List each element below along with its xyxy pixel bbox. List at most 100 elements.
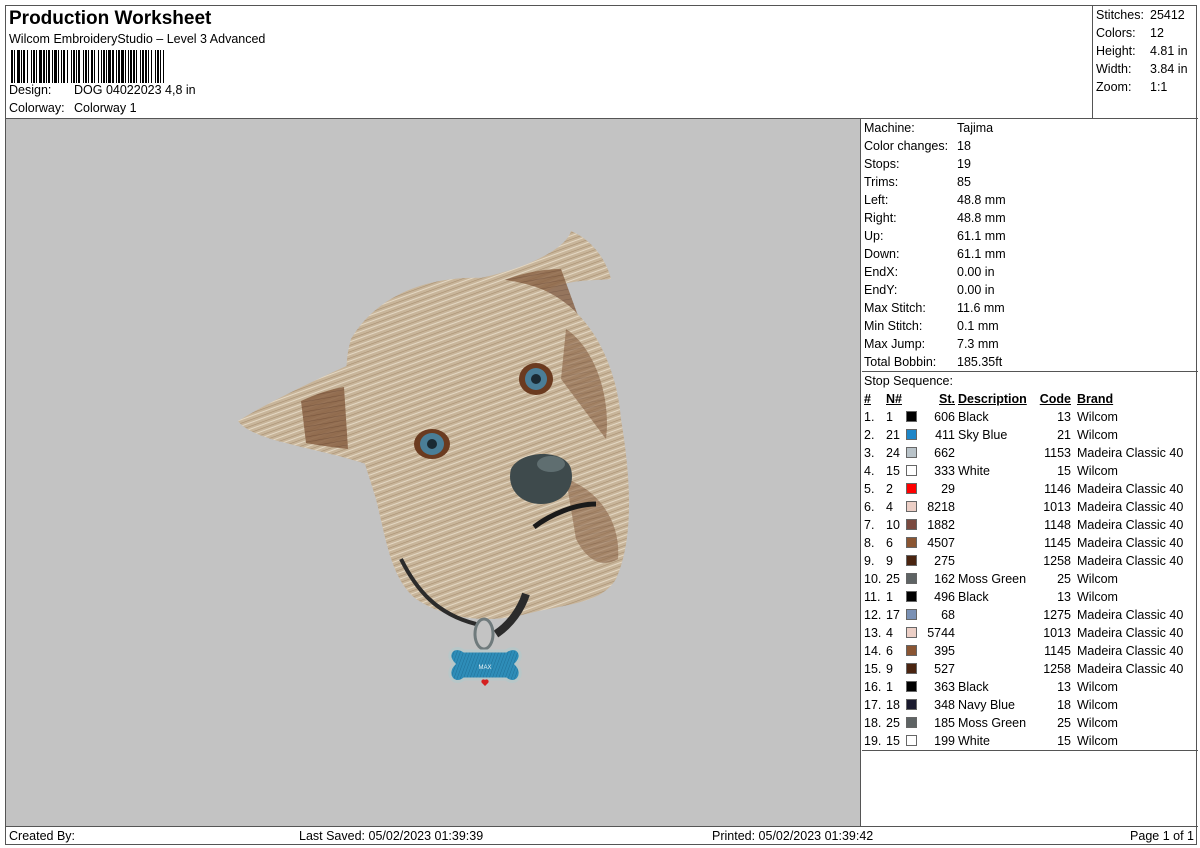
row-index: 14.	[864, 644, 882, 658]
row-needle: 24	[886, 446, 900, 460]
table-row: 9. 9 275 1258 Madeira Classic 40	[862, 552, 1198, 570]
row-brand: Madeira Classic 40	[1077, 554, 1184, 568]
row-description	[958, 516, 1039, 534]
row-brand: Madeira Classic 40	[1077, 662, 1184, 676]
row-needle: 9	[886, 662, 893, 676]
row-index: 15.	[864, 662, 882, 676]
stat-row: Stitches: 25412	[1093, 6, 1198, 24]
row-brand: Wilcom	[1077, 680, 1118, 694]
color-swatch	[906, 573, 917, 585]
row-stitches: 395	[934, 644, 955, 658]
row-needle: 25	[886, 716, 900, 730]
row-stitches: 411	[935, 428, 955, 442]
row-code: 18	[1057, 698, 1071, 712]
row-swatch	[906, 570, 924, 588]
color-swatch	[906, 591, 917, 603]
color-swatch	[906, 537, 917, 549]
row-index: 8.	[864, 536, 875, 550]
machine-row: EndX: 0.00 in	[864, 265, 995, 279]
colorway-row: Colorway: Colorway 1	[9, 101, 137, 115]
table-row: 4. 15 333 White 15 Wilcom	[862, 462, 1198, 480]
row-index: 13.	[864, 626, 882, 640]
row-needle: 9	[886, 554, 893, 568]
row-needle: 15	[886, 464, 900, 478]
row-index: 9.	[864, 554, 875, 568]
row-code: 1146	[1044, 482, 1071, 496]
stat-value: 1:1	[1150, 80, 1168, 94]
color-swatch	[906, 429, 917, 441]
row-needle: 4	[886, 500, 893, 514]
row-swatch	[906, 444, 924, 462]
row-code: 25	[1057, 716, 1071, 730]
dog-head	[346, 277, 630, 619]
row-index: 7.	[864, 518, 875, 532]
table-row: 12. 17 68 1275 Madeira Classic 40	[862, 606, 1198, 624]
table-row: 18. 25 185 Moss Green 25 Wilcom	[862, 714, 1198, 732]
row-swatch	[906, 732, 924, 750]
row-description	[958, 534, 1039, 552]
row-swatch	[906, 678, 924, 696]
row-brand: Madeira Classic 40	[1077, 500, 1184, 514]
row-stitches: 199	[934, 734, 955, 748]
row-description	[958, 498, 1039, 516]
color-swatch	[906, 465, 917, 477]
row-index: 17.	[864, 698, 882, 712]
row-description	[958, 660, 1039, 678]
design-barcode	[11, 50, 307, 83]
stat-label: Colors:	[1096, 26, 1136, 40]
row-index: 19.	[864, 734, 882, 748]
row-needle: 1	[886, 680, 893, 694]
row-needle: 21	[886, 428, 900, 442]
color-swatch	[906, 717, 917, 729]
row-index: 11.	[864, 590, 881, 604]
table-row: 1. 1 606 Black 13 Wilcom	[862, 408, 1198, 426]
design-row: Design: DOG 04022023 4,8 in	[9, 83, 196, 97]
col-header-code: Code	[1039, 392, 1071, 406]
design-stats: Stitches: 25412 Colors: 12 Height: 4.81 in …	[1092, 6, 1198, 119]
row-brand: Madeira Classic 40	[1077, 536, 1184, 550]
row-index: 18.	[864, 716, 882, 730]
machine-row: Up: 61.1 mm	[864, 229, 1006, 243]
row-stitches: 1882	[927, 518, 955, 532]
row-code: 1275	[1043, 608, 1071, 622]
row-swatch	[906, 426, 924, 444]
row-index: 6.	[864, 500, 875, 514]
row-code: 1145	[1044, 536, 1071, 550]
machine-row: Down: 61.1 mm	[864, 247, 1006, 261]
col-header-swatch	[906, 390, 924, 408]
row-swatch	[906, 660, 924, 678]
row-code: 1258	[1043, 662, 1071, 676]
table-row: 16. 1 363 Black 13 Wilcom	[862, 678, 1198, 696]
machine-row: Left: 48.8 mm	[864, 193, 1006, 207]
row-needle: 1	[886, 590, 893, 604]
row-stitches: 363	[934, 680, 955, 694]
color-swatch	[906, 609, 917, 621]
row-swatch	[906, 606, 924, 624]
row-stitches: 4507	[927, 536, 955, 550]
stop-sequence-table: # N# St. Description Code Brand 1. 1 606 Bl…	[862, 390, 1198, 750]
row-swatch	[906, 642, 924, 660]
stat-label: Stitches:	[1096, 8, 1144, 22]
page-title: Production Worksheet	[9, 8, 212, 29]
row-brand: Madeira Classic 40	[1077, 518, 1184, 532]
row-description: Black	[958, 590, 989, 604]
col-header-stitches: St.	[939, 392, 955, 406]
table-row: 13. 4 5744 1013 Madeira Classic 40	[862, 624, 1198, 642]
row-stitches: 185	[934, 716, 955, 730]
design-label: Design:	[9, 83, 52, 97]
worksheet-header: Production Worksheet Wilcom EmbroiderySt…	[6, 6, 1092, 119]
col-header-needle: N#	[886, 392, 902, 406]
row-index: 5.	[864, 482, 875, 496]
row-code: 1153	[1044, 446, 1071, 460]
table-row: 6. 4 8218 1013 Madeira Classic 40	[862, 498, 1198, 516]
table-row: 17. 18 348 Navy Blue 18 Wilcom	[862, 696, 1198, 714]
color-swatch	[906, 681, 917, 693]
row-description: Black	[958, 410, 989, 424]
row-stitches: 8218	[927, 500, 955, 514]
tag-name: MAX	[478, 665, 491, 671]
row-index: 4.	[864, 464, 875, 478]
color-swatch	[906, 735, 917, 747]
color-swatch	[906, 501, 917, 513]
row-needle: 4	[886, 626, 893, 640]
machine-row: Max Stitch: 11.6 mm	[864, 301, 1005, 315]
